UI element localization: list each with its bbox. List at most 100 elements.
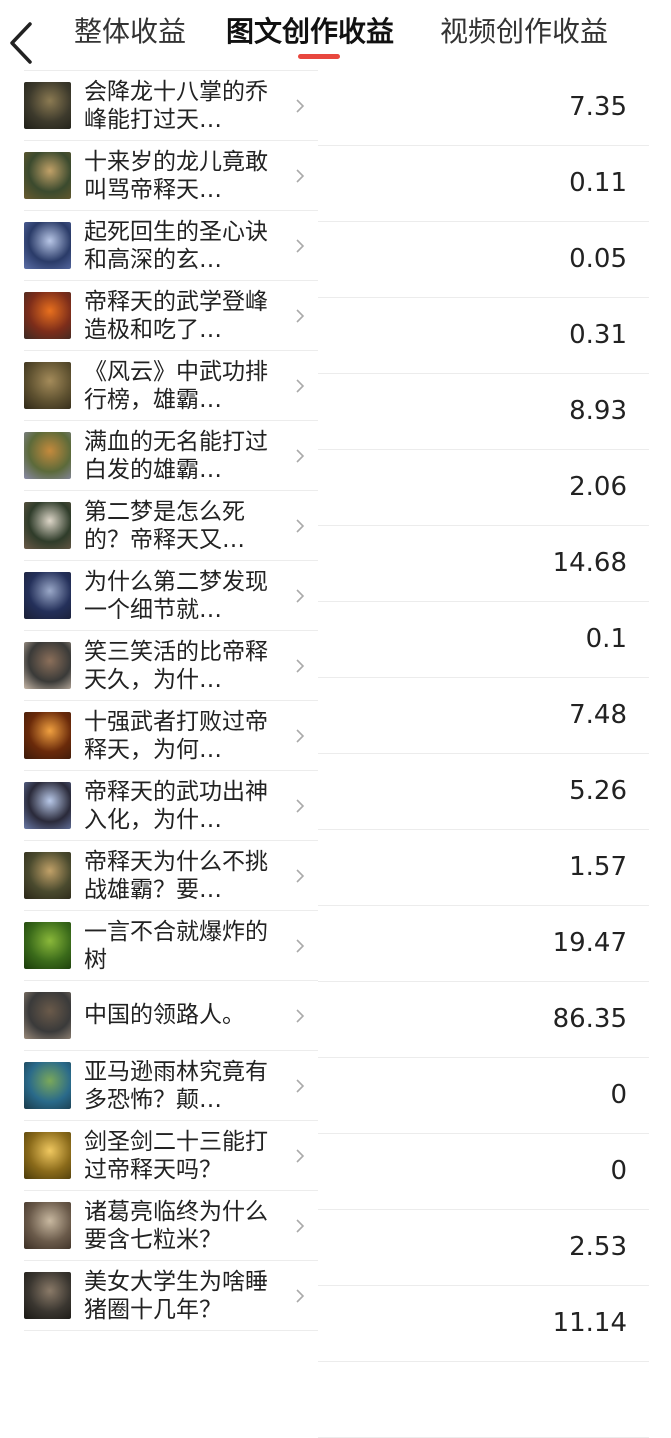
earnings-row: 1.57 bbox=[318, 829, 649, 906]
earnings-row: 86.35 bbox=[318, 981, 649, 1058]
earnings-value: 7.35 bbox=[569, 92, 627, 122]
tab-overall-earnings[interactable]: 整体收益 bbox=[74, 10, 186, 54]
article-cell[interactable]: 满血的无名能打过白发的雄霸… bbox=[24, 420, 318, 491]
chevron-right-icon bbox=[296, 659, 305, 673]
earnings-row: 0.1 bbox=[318, 601, 649, 678]
article-title: 第二梦是怎么死的？帝释天又… bbox=[84, 499, 245, 553]
earnings-value: 0.11 bbox=[569, 168, 627, 198]
article-thumbnail bbox=[24, 1272, 71, 1319]
article-title: 满血的无名能打过白发的雄霸… bbox=[84, 429, 268, 483]
earnings-value: 8.93 bbox=[569, 396, 627, 426]
earnings-row: 7.48 bbox=[318, 677, 649, 754]
article-thumbnail bbox=[24, 922, 71, 969]
article-cell[interactable]: 帝释天为什么不挑战雄霸？要… bbox=[24, 840, 318, 911]
earnings-value: 1.57 bbox=[569, 852, 627, 882]
chevron-right-icon bbox=[296, 799, 305, 813]
article-thumbnail bbox=[24, 432, 71, 479]
earnings-row bbox=[318, 1361, 649, 1438]
earnings-row: 0.05 bbox=[318, 221, 649, 298]
earnings-value: 19.47 bbox=[552, 928, 627, 958]
article-title: 中国的领路人。 bbox=[84, 1002, 245, 1028]
chevron-right-icon bbox=[296, 729, 305, 743]
earnings-row: 8.93 bbox=[318, 373, 649, 450]
tab-video-earnings[interactable]: 视频创作收益 bbox=[440, 10, 608, 54]
chevron-right-icon bbox=[296, 239, 305, 253]
earnings-row: 0.31 bbox=[318, 297, 649, 374]
earnings-value: 5.26 bbox=[569, 776, 627, 806]
article-title: 会降龙十八掌的乔峰能打过天… bbox=[84, 79, 268, 133]
earnings-value: 7.48 bbox=[569, 700, 627, 730]
article-cell[interactable]: 第二梦是怎么死的？帝释天又… bbox=[24, 490, 318, 561]
chevron-right-icon bbox=[296, 519, 305, 533]
article-thumbnail bbox=[24, 852, 71, 899]
earnings-row: 14.68 bbox=[318, 525, 649, 602]
tab-article-earnings[interactable]: 图文创作收益 bbox=[226, 10, 394, 54]
chevron-right-icon bbox=[296, 939, 305, 953]
article-cell[interactable]: 十强武者打败过帝释天，为何… bbox=[24, 700, 318, 771]
earnings-row: 2.06 bbox=[318, 449, 649, 526]
article-thumbnail bbox=[24, 712, 71, 759]
article-title: 诸葛亮临终为什么要含七粒米？ bbox=[84, 1199, 268, 1253]
article-cell[interactable]: 美女大学生为啥睡猪圈十几年？ bbox=[24, 1260, 318, 1331]
article-thumbnail bbox=[24, 222, 71, 269]
article-cell[interactable]: 剑圣剑二十三能打过帝释天吗？ bbox=[24, 1120, 318, 1191]
earnings-row: 0 bbox=[318, 1133, 649, 1210]
tab-bar: 整体收益 图文创作收益 视频创作收益 bbox=[54, 0, 671, 62]
chevron-right-icon bbox=[296, 589, 305, 603]
article-title: 起死回生的圣心诀和高深的玄… bbox=[84, 219, 268, 273]
back-chevron-icon[interactable] bbox=[4, 20, 38, 66]
article-thumbnail bbox=[24, 82, 71, 129]
article-thumbnail bbox=[24, 782, 71, 829]
article-thumbnail bbox=[24, 292, 71, 339]
earnings-row: 0 bbox=[318, 1057, 649, 1134]
earnings-value: 0.31 bbox=[569, 320, 627, 350]
article-title: 帝释天的武功出神入化，为什… bbox=[84, 779, 268, 833]
chevron-right-icon bbox=[296, 1079, 305, 1093]
article-title: 帝释天为什么不挑战雄霸？要… bbox=[84, 849, 268, 903]
article-thumbnail bbox=[24, 642, 71, 689]
article-thumbnail bbox=[24, 992, 71, 1039]
earnings-value: 0 bbox=[610, 1080, 627, 1110]
article-cell[interactable]: 诸葛亮临终为什么要含七粒米？ bbox=[24, 1190, 318, 1261]
article-title: 一言不合就爆炸的树 bbox=[84, 919, 268, 973]
chevron-right-icon bbox=[296, 869, 305, 883]
earnings-value: 2.06 bbox=[569, 472, 627, 502]
article-thumbnail bbox=[24, 502, 71, 549]
article-title: 为什么第二梦发现一个细节就… bbox=[84, 569, 268, 623]
earnings-row: 7.35 bbox=[318, 69, 649, 146]
article-cell[interactable]: 笑三笑活的比帝释天久，为什… bbox=[24, 630, 318, 701]
article-thumbnail bbox=[24, 1062, 71, 1109]
earnings-value: 0 bbox=[610, 1156, 627, 1186]
article-cell[interactable]: 帝释天的武学登峰造极和吃了… bbox=[24, 280, 318, 351]
article-thumbnail bbox=[24, 1202, 71, 1249]
article-cell[interactable]: 中国的领路人。 bbox=[24, 980, 318, 1051]
earnings-value: 2.53 bbox=[569, 1232, 627, 1262]
chevron-right-icon bbox=[296, 1149, 305, 1163]
chevron-right-icon bbox=[296, 379, 305, 393]
earnings-row: 19.47 bbox=[318, 905, 649, 982]
article-cell[interactable]: 会降龙十八掌的乔峰能打过天… bbox=[24, 70, 318, 141]
article-cell[interactable]: 《风云》中武功排行榜，雄霸… bbox=[24, 350, 318, 421]
article-title: 亚马逊雨林究竟有多恐怖？颠… bbox=[84, 1059, 268, 1113]
earnings-row: 5.26 bbox=[318, 753, 649, 830]
article-cell[interactable]: 起死回生的圣心诀和高深的玄… bbox=[24, 210, 318, 281]
article-cell[interactable]: 为什么第二梦发现一个细节就… bbox=[24, 560, 318, 631]
chevron-right-icon bbox=[296, 1009, 305, 1023]
article-cell[interactable]: 十来岁的龙儿竟敢叫骂帝释天… bbox=[24, 140, 318, 211]
earnings-value: 0.1 bbox=[585, 624, 627, 654]
article-thumbnail bbox=[24, 152, 71, 199]
top-navigation-bar: 整体收益 图文创作收益 视频创作收益 bbox=[0, 0, 671, 64]
article-thumbnail bbox=[24, 1132, 71, 1179]
active-tab-indicator bbox=[298, 54, 340, 59]
article-cell[interactable]: 亚马逊雨林究竟有多恐怖？颠… bbox=[24, 1050, 318, 1121]
article-title: 剑圣剑二十三能打过帝释天吗？ bbox=[84, 1129, 268, 1183]
earnings-row: 0.11 bbox=[318, 145, 649, 222]
chevron-right-icon bbox=[296, 99, 305, 113]
article-title: 十强武者打败过帝释天，为何… bbox=[84, 709, 268, 763]
article-cell[interactable]: 一言不合就爆炸的树 bbox=[24, 910, 318, 981]
earnings-row: 2.53 bbox=[318, 1209, 649, 1286]
chevron-right-icon bbox=[296, 1219, 305, 1233]
article-cell[interactable]: 帝释天的武功出神入化，为什… bbox=[24, 770, 318, 841]
chevron-right-icon bbox=[296, 309, 305, 323]
article-thumbnail bbox=[24, 362, 71, 409]
